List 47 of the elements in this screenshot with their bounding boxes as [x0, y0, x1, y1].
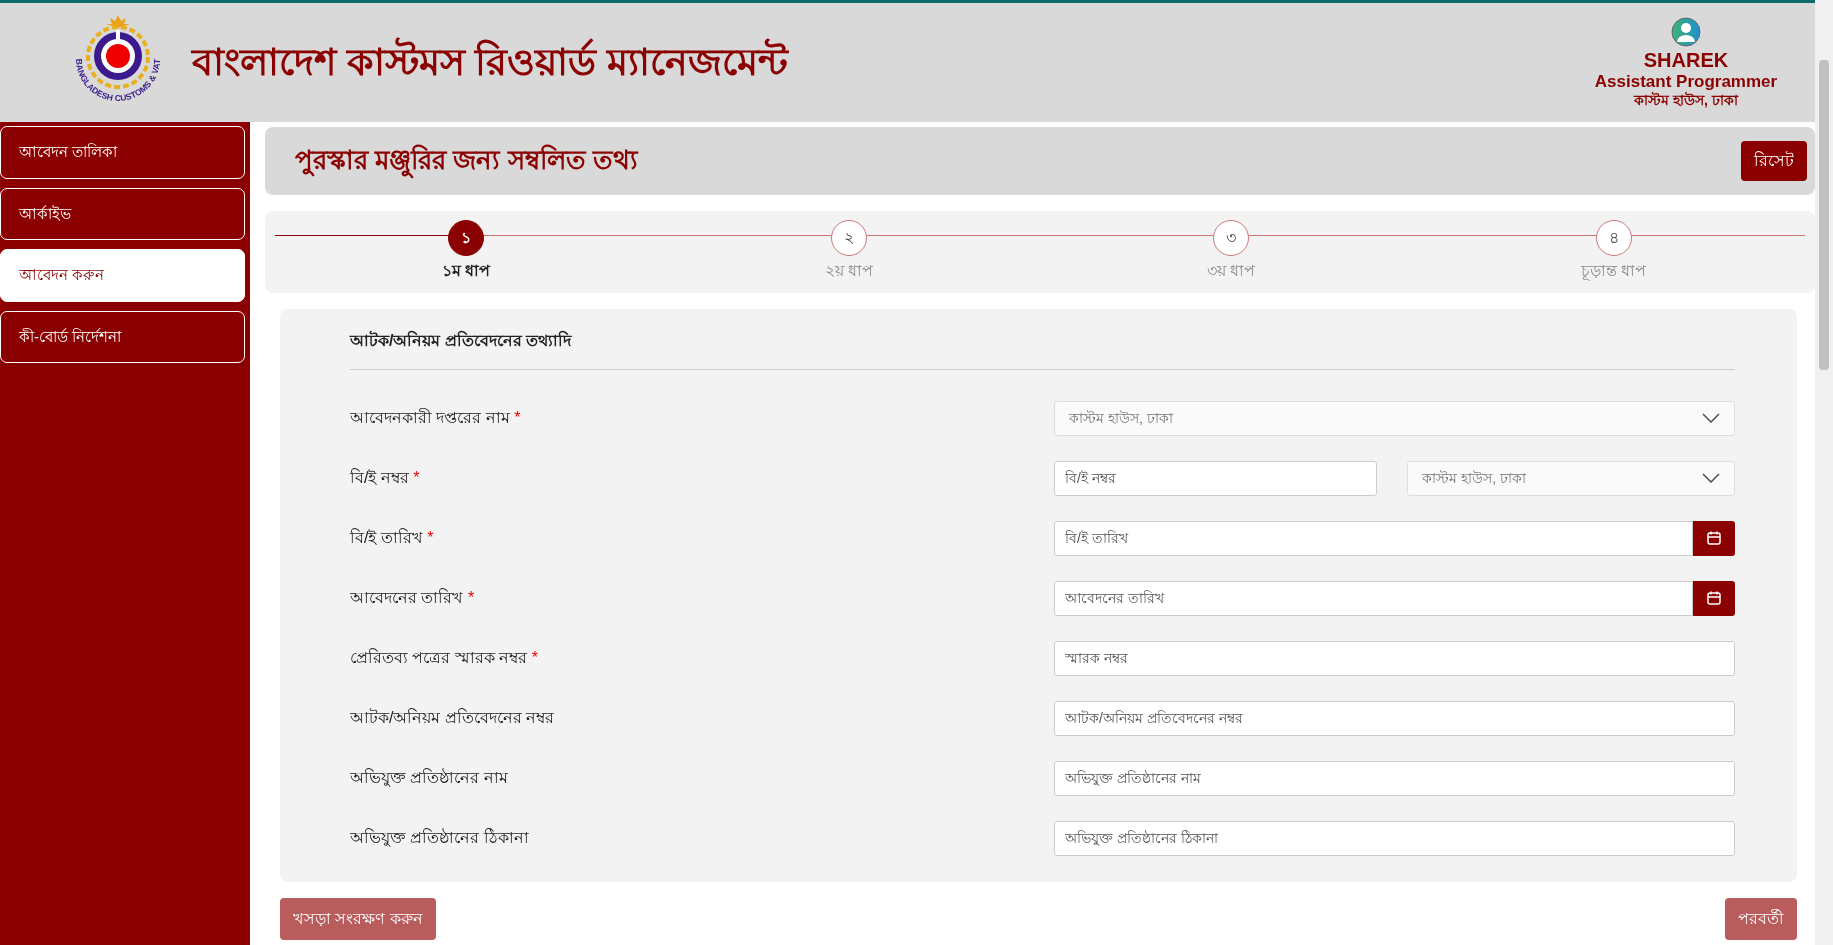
input-field[interactable]: আটক/অনিয়ম প্রতিবেদনের নম্বর	[1054, 700, 1735, 736]
reset-button[interactable]: রিসেট	[1741, 141, 1807, 181]
chevron-down-icon	[1702, 413, 1720, 423]
field-label: বি/ই তারিখ *	[350, 527, 435, 548]
input-field[interactable]: বি/ই নম্বর	[1054, 460, 1378, 496]
user-avatar-icon[interactable]	[1671, 17, 1701, 48]
calendar-icon	[1706, 530, 1722, 546]
input-field[interactable]: স্মারক নম্বর	[1054, 640, 1735, 676]
office-dropdown[interactable]: কাস্টম হাউস, ঢাকা	[1054, 400, 1735, 436]
user-name: SHAREK	[1642, 49, 1730, 73]
step-label: ২য় ধাপ	[823, 261, 874, 281]
date-field[interactable]: বি/ই তারিখ	[1054, 520, 1693, 556]
input-field[interactable]: অভিযুক্ত প্রতিষ্ঠানের ঠিকানা	[1054, 820, 1735, 856]
step-circle[interactable]: ৪	[1595, 220, 1632, 256]
field-label: আবেদনকারী দপ্তরের নাম *	[350, 407, 522, 428]
field-label: প্রেরিতব্য পত্রের স্মারক নম্বর *	[350, 647, 540, 668]
step-label: চূড়ান্ত ধাপ	[1580, 261, 1648, 283]
field-label: বি/ই নম্বর *	[350, 467, 421, 488]
date-field[interactable]: আবেদনের তারিখ	[1054, 580, 1693, 616]
next-button[interactable]: পরবর্তী	[1725, 898, 1797, 940]
user-office: কাস্টম হাউস, ঢাকা	[1632, 91, 1740, 108]
field-label: আটক/অনিয়ম প্রতিবেদনের নম্বর	[350, 707, 556, 728]
step-label: ৩য় ধাপ	[1206, 261, 1257, 281]
page-title: পুরস্কার মঞ্জুরির জন্য সম্বলিত তথ্য	[295, 145, 638, 177]
calendar-icon	[1706, 590, 1722, 606]
field-label: অভিযুক্ত প্রতিষ্ঠানের নাম	[350, 767, 509, 789]
scrollbar[interactable]	[1815, 0, 1833, 945]
app-title: বাংলাদেশ কাস্টমস রিওয়ার্ড ম্যানেজমেন্ট	[192, 34, 788, 91]
sidebar-item[interactable]: আবেদন তালিকা	[0, 126, 245, 179]
step-circle[interactable]: ২	[830, 220, 867, 256]
step-circle[interactable]: ১	[448, 220, 485, 256]
field-label: অভিযুক্ত প্রতিষ্ঠানের ঠিকানা	[350, 827, 530, 849]
chevron-down-icon	[1702, 473, 1720, 483]
input-field[interactable]: অভিযুক্ত প্রতিষ্ঠানের নাম	[1054, 760, 1735, 796]
field-label: আবেদনের তারিখ *	[350, 587, 476, 608]
user-role: Assistant Programmer	[1593, 72, 1779, 92]
sidebar-item[interactable]: আর্কাইভ	[0, 187, 245, 240]
office-dropdown[interactable]: কাস্টম হাউস, ঢাকা	[1407, 460, 1735, 496]
calendar-button[interactable]	[1693, 520, 1735, 556]
step-label: ১ম ধাপ	[441, 261, 492, 281]
form-heading: আটক/অনিয়ম প্রতিবেদনের তথ্যাদি	[350, 323, 1735, 370]
save-draft-button[interactable]: খসড়া সংরক্ষণ করুন	[280, 898, 436, 940]
calendar-button[interactable]	[1693, 580, 1735, 616]
sidebar-item[interactable]: কী-বোর্ড নির্দেশনা	[0, 310, 245, 363]
step-circle[interactable]: ৩	[1213, 220, 1250, 256]
scrollbar-thumb[interactable]	[1819, 60, 1829, 370]
sidebar-item[interactable]: আবেদন করুন	[0, 249, 245, 302]
